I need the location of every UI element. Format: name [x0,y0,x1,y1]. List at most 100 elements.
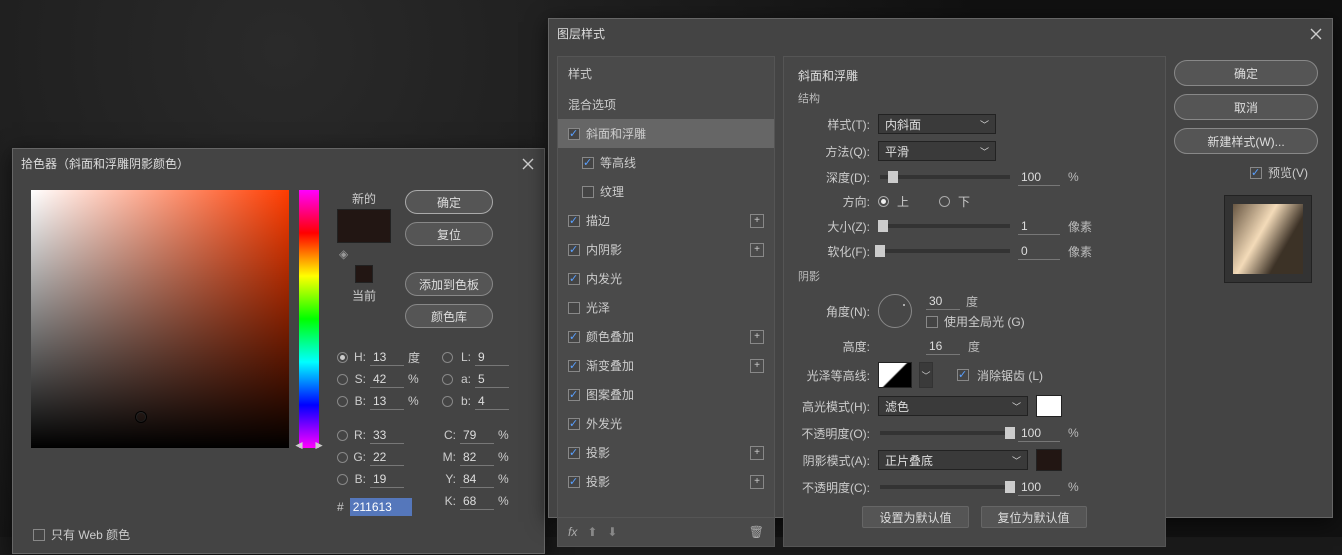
stroke-checkbox[interactable] [568,215,580,227]
highlight-color-swatch[interactable] [1036,395,1062,417]
add-icon[interactable]: + [750,359,764,373]
reset-button[interactable]: 复位 [405,222,493,246]
direction-up-radio[interactable] [878,196,889,207]
color-overlay-item[interactable]: 颜色叠加+ [558,322,774,351]
s-radio[interactable] [337,374,348,385]
hue-slider[interactable]: ◄► [299,190,319,448]
reset-default-button[interactable]: 复位为默认值 [981,506,1087,528]
add-icon[interactable]: + [750,475,764,489]
satin-checkbox[interactable] [568,302,580,314]
bc-radio[interactable] [337,474,348,485]
pattern-overlay-checkbox[interactable] [568,389,580,401]
drop-shadow-item-1[interactable]: 投影+ [558,438,774,467]
s-input[interactable] [370,370,404,388]
color-picker-titlebar[interactable]: 拾色器（斜面和浮雕阴影颜色） [13,149,544,178]
m-input[interactable] [460,448,494,466]
ok-button[interactable]: 确定 [1174,60,1318,86]
styles-header[interactable]: 样式 [558,57,774,90]
add-swatch-button[interactable]: 添加到色板 [405,272,493,296]
inner-glow-item[interactable]: 内发光 [558,264,774,293]
angle-input[interactable] [926,292,960,310]
gamut-warning-icon[interactable]: ◈ [339,247,348,261]
blend-options-item[interactable]: 混合选项 [558,90,774,119]
global-light-checkbox[interactable] [926,316,938,328]
c-input[interactable] [460,426,494,444]
cancel-button[interactable]: 取消 [1174,94,1318,120]
direction-down-radio[interactable] [939,196,950,207]
l-input[interactable] [475,348,509,366]
chevron-down-icon[interactable]: ﹀ [919,362,933,388]
angle-wheel[interactable] [878,294,912,328]
style-select[interactable]: 内斜面﹀ [878,114,996,134]
add-icon[interactable]: + [750,330,764,344]
color-libraries-button[interactable]: 颜色库 [405,304,493,328]
k-input[interactable] [460,492,494,510]
close-icon[interactable] [1308,26,1324,42]
inner-shadow-item[interactable]: 内阴影+ [558,235,774,264]
hex-input[interactable] [350,498,412,516]
highlight-mode-select[interactable]: 滤色﹀ [878,396,1028,416]
y-input[interactable] [460,470,494,488]
make-default-button[interactable]: 设置为默认值 [862,506,968,528]
texture-checkbox[interactable] [582,186,594,198]
add-icon[interactable]: + [750,243,764,257]
sv-cursor[interactable] [136,412,146,422]
a-radio[interactable] [442,374,453,385]
size-slider[interactable] [880,224,1010,228]
gradient-overlay-checkbox[interactable] [568,360,580,372]
shadow-color-swatch[interactable] [1036,449,1062,471]
soften-slider[interactable] [880,249,1010,253]
stroke-item[interactable]: 描边+ [558,206,774,235]
color-overlay-checkbox[interactable] [568,331,580,343]
outer-glow-checkbox[interactable] [568,418,580,430]
bevel-checkbox[interactable] [568,128,580,140]
contour-item[interactable]: 等高线 [558,148,774,177]
shadow-mode-select[interactable]: 正片叠底﹀ [878,450,1028,470]
web-only-checkbox[interactable] [33,529,45,541]
bc-input[interactable] [370,470,404,488]
contour-checkbox[interactable] [582,157,594,169]
saturation-value-field[interactable] [31,190,289,448]
outer-glow-item[interactable]: 外发光 [558,409,774,438]
close-icon[interactable] [520,156,536,172]
b-radio[interactable] [442,396,453,407]
gradient-overlay-item[interactable]: 渐变叠加+ [558,351,774,380]
layer-style-titlebar[interactable]: 图层样式 [549,19,1332,48]
shadow-opacity-slider[interactable] [880,485,1010,489]
add-icon[interactable]: + [750,214,764,228]
depth-slider[interactable] [880,175,1010,179]
drop-shadow-item-2[interactable]: 投影+ [558,467,774,496]
bv-input[interactable] [370,392,404,410]
inner-glow-checkbox[interactable] [568,273,580,285]
ok-button[interactable]: 确定 [405,190,493,214]
h-input[interactable] [370,348,404,366]
soften-input[interactable] [1018,242,1060,260]
satin-item[interactable]: 光泽 [558,293,774,322]
r-radio[interactable] [337,430,348,441]
depth-input[interactable] [1018,168,1060,186]
g-radio[interactable] [337,452,348,463]
bv-radio[interactable] [337,396,348,407]
add-icon[interactable]: + [750,446,764,460]
altitude-input[interactable] [926,337,960,355]
h-radio[interactable] [337,352,348,363]
size-input[interactable] [1018,217,1060,235]
texture-item[interactable]: 纹理 [558,177,774,206]
antialias-checkbox[interactable] [957,369,969,381]
drop-shadow-checkbox[interactable] [568,476,580,488]
highlight-opacity-slider[interactable] [880,431,1010,435]
g-input[interactable] [370,448,404,466]
gamut-color-swatch[interactable] [355,265,373,283]
a-input[interactable] [475,370,509,388]
b-input[interactable] [475,392,509,410]
shadow-opacity-input[interactable] [1018,478,1060,496]
technique-select[interactable]: 平滑﹀ [878,141,996,161]
inner-shadow-checkbox[interactable] [568,244,580,256]
highlight-opacity-input[interactable] [1018,424,1060,442]
r-input[interactable] [370,426,404,444]
drop-shadow-checkbox[interactable] [568,447,580,459]
preview-checkbox[interactable] [1250,167,1262,179]
bevel-item[interactable]: 斜面和浮雕 [558,119,774,148]
pattern-overlay-item[interactable]: 图案叠加 [558,380,774,409]
gloss-contour-picker[interactable] [878,362,912,388]
